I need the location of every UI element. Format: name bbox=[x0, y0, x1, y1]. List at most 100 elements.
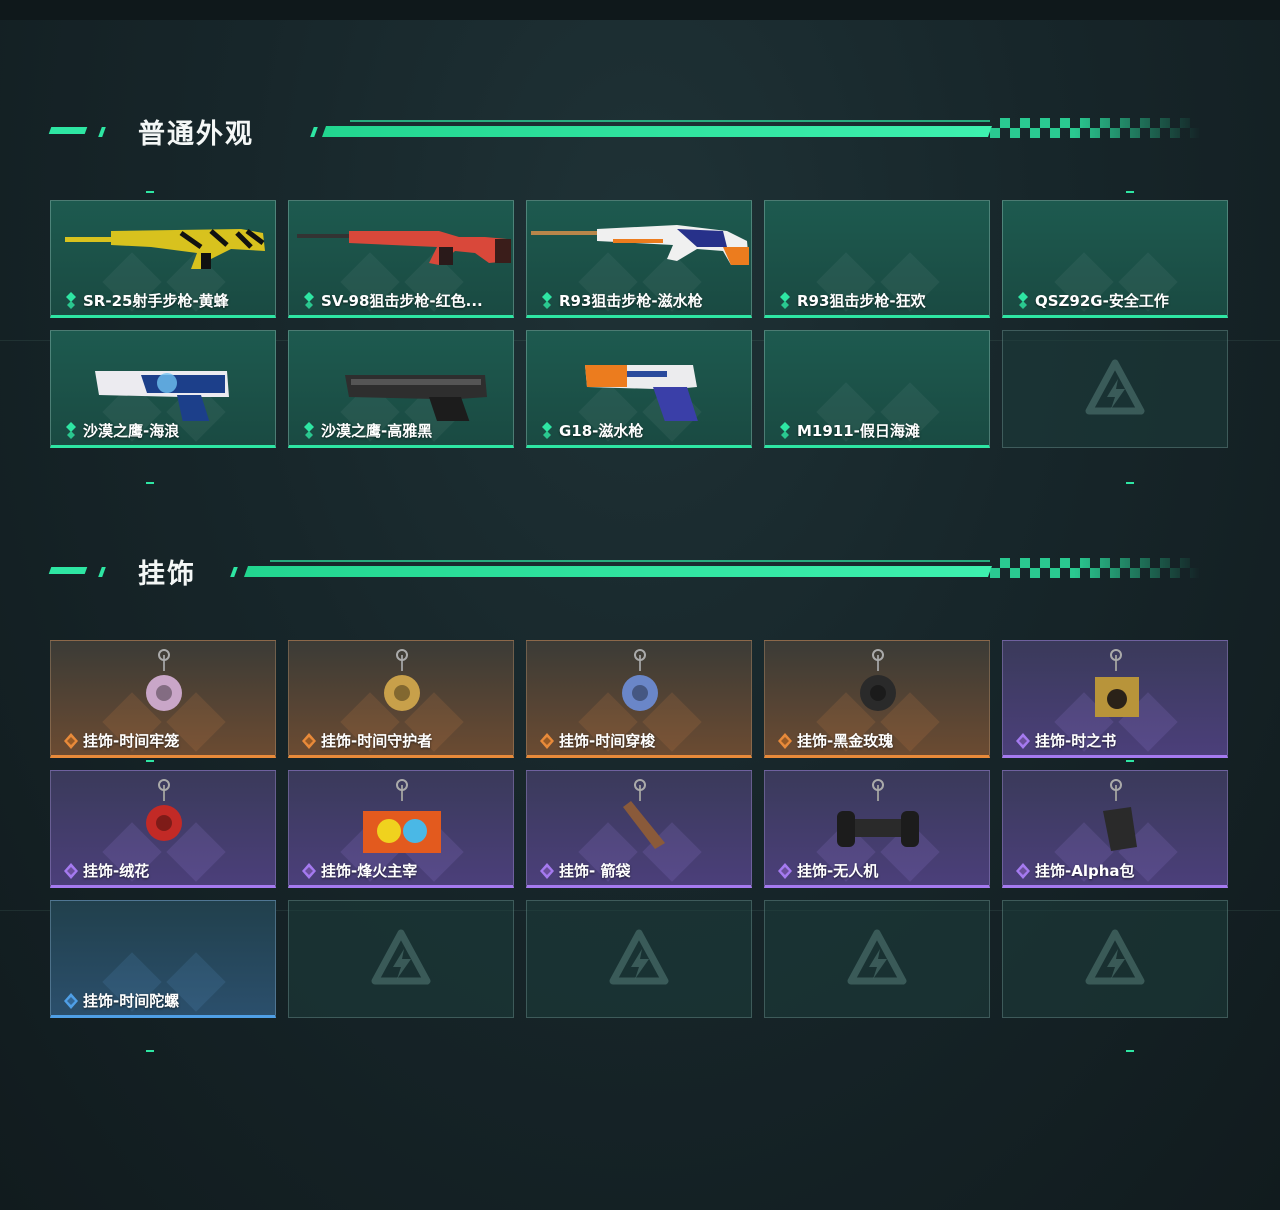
item-label: 沙漠之鹰-海浪 bbox=[83, 422, 180, 440]
rarity-diamond-icon bbox=[64, 863, 78, 879]
item-card[interactable]: M1911-假日海滩 bbox=[764, 330, 990, 448]
item-label: 挂饰-时间陀螺 bbox=[83, 992, 180, 1010]
empty-slot bbox=[526, 900, 752, 1018]
charm-alpha-bag-icon bbox=[1103, 779, 1137, 851]
rarity-diamond-icon bbox=[1018, 292, 1028, 309]
header-line-thin bbox=[350, 120, 990, 122]
item-card[interactable]: 挂饰-黑金玫瑰 bbox=[764, 640, 990, 758]
item-card[interactable]: 挂饰-烽火主宰 bbox=[288, 770, 514, 888]
corner-mark bbox=[146, 482, 154, 484]
header-line-thin bbox=[270, 560, 990, 562]
rarity-diamond-icon bbox=[64, 733, 78, 749]
item-label: 挂饰-Alpha包 bbox=[1035, 862, 1135, 880]
corner-mark bbox=[146, 191, 154, 193]
placeholder-logo-icon bbox=[1085, 359, 1145, 415]
corner-mark bbox=[1126, 191, 1134, 193]
header-line bbox=[243, 566, 993, 577]
header-accent-tick bbox=[98, 567, 106, 577]
pistol-wave-icon bbox=[95, 371, 229, 421]
sniper-rifle-red-icon bbox=[297, 231, 511, 265]
charm-book-icon bbox=[1095, 649, 1139, 717]
sniper-rifle-yellow-icon bbox=[65, 229, 265, 269]
header-checker-pattern bbox=[990, 558, 1200, 578]
item-label: 挂饰-无人机 bbox=[797, 862, 879, 880]
item-label: QSZ92G-安全工作 bbox=[1035, 292, 1169, 310]
item-label: 挂饰-时间穿梭 bbox=[559, 732, 656, 750]
placeholder-logo-icon bbox=[371, 929, 431, 985]
header-accent-bar bbox=[48, 567, 88, 574]
item-card[interactable]: SR-25射手步枪-黄蜂 bbox=[50, 200, 276, 318]
rarity-diamond-icon bbox=[540, 863, 554, 879]
rarity-diamond-icon bbox=[778, 863, 792, 879]
header-line bbox=[321, 126, 993, 137]
section-title: 普通外观 bbox=[138, 119, 254, 150]
charm-guardian-icon bbox=[384, 649, 420, 711]
section-header-charms: 挂饰 bbox=[48, 558, 1200, 592]
placeholder-logo-icon bbox=[1085, 929, 1145, 985]
rarity-diamond-icon bbox=[66, 422, 76, 439]
charm-cage-icon bbox=[146, 649, 182, 711]
item-card[interactable]: R93狙击步枪-狂欢 bbox=[764, 200, 990, 318]
charm-flower-icon bbox=[146, 779, 182, 841]
rarity-diamond-icon bbox=[304, 422, 314, 439]
header-accent-tick bbox=[310, 127, 318, 137]
item-card[interactable]: 挂饰-Alpha包 bbox=[1002, 770, 1228, 888]
item-label: 挂饰-时之书 bbox=[1035, 732, 1117, 750]
corner-mark bbox=[1126, 1050, 1134, 1052]
sniper-rifle-water-icon bbox=[531, 225, 749, 265]
item-label: 沙漠之鹰-高雅黑 bbox=[321, 422, 433, 440]
item-label: 挂饰-绒花 bbox=[83, 862, 150, 880]
item-label: SV-98狙击步枪-红色... bbox=[321, 292, 483, 310]
item-card[interactable]: 挂饰- 箭袋 bbox=[526, 770, 752, 888]
corner-mark bbox=[1126, 482, 1134, 484]
header-accent-tick bbox=[98, 127, 106, 137]
rarity-diamond-icon bbox=[302, 733, 316, 749]
charm-drone-icon bbox=[837, 779, 919, 847]
item-card[interactable]: 挂饰-时间守护者 bbox=[288, 640, 514, 758]
rarity-diamond-icon bbox=[64, 993, 78, 1009]
rarity-diamond-icon bbox=[778, 733, 792, 749]
top-band bbox=[0, 0, 1280, 20]
pistol-water-icon bbox=[585, 365, 698, 421]
skins-grid: SR-25射手步枪-黄蜂 SV-98狙击步枪-红色... R93狙击步枪-滋水枪 R9… bbox=[50, 200, 1230, 450]
empty-slot bbox=[1002, 330, 1228, 448]
item-label: 挂饰-烽火主宰 bbox=[321, 862, 418, 880]
rarity-diamond-icon bbox=[1016, 733, 1030, 749]
rarity-diamond-icon bbox=[542, 292, 552, 309]
rarity-diamond-icon bbox=[540, 733, 554, 749]
item-card[interactable]: 沙漠之鹰-高雅黑 bbox=[288, 330, 514, 448]
empty-slot bbox=[1002, 900, 1228, 1018]
item-card[interactable]: 沙漠之鹰-海浪 bbox=[50, 330, 276, 448]
item-label: SR-25射手步枪-黄蜂 bbox=[83, 292, 229, 310]
section-header-skins: 普通外观 bbox=[48, 118, 1200, 152]
rarity-diamond-icon bbox=[304, 292, 314, 309]
pistol-black-icon bbox=[345, 375, 487, 421]
item-card[interactable]: SV-98狙击步枪-红色... bbox=[288, 200, 514, 318]
item-label: 挂饰-时间牢笼 bbox=[83, 732, 180, 750]
item-label: R93狙击步枪-狂欢 bbox=[797, 292, 926, 310]
charm-rose-gold-icon bbox=[860, 649, 896, 711]
rarity-diamond-icon bbox=[780, 292, 790, 309]
item-card[interactable]: QSZ92G-安全工作 bbox=[1002, 200, 1228, 318]
empty-slot bbox=[288, 900, 514, 1018]
header-accent-tick bbox=[230, 567, 238, 577]
item-card[interactable]: 挂饰-时间陀螺 bbox=[50, 900, 276, 1018]
item-card[interactable]: 挂饰-无人机 bbox=[764, 770, 990, 888]
charm-container-icon bbox=[363, 779, 441, 853]
corner-mark bbox=[146, 1050, 154, 1052]
rarity-diamond-icon bbox=[66, 292, 76, 309]
rarity-diamond-icon bbox=[302, 863, 316, 879]
charm-quiver-icon bbox=[623, 779, 665, 849]
item-label: 挂饰-时间守护者 bbox=[321, 732, 433, 750]
item-card[interactable]: R93狙击步枪-滋水枪 bbox=[526, 200, 752, 318]
item-card[interactable]: 挂饰-时间穿梭 bbox=[526, 640, 752, 758]
item-card[interactable]: 挂饰-时间牢笼 bbox=[50, 640, 276, 758]
item-card[interactable]: 挂饰-绒花 bbox=[50, 770, 276, 888]
item-label: R93狙击步枪-滋水枪 bbox=[559, 292, 703, 310]
header-accent-bar bbox=[48, 127, 88, 134]
item-card[interactable]: G18-滋水枪 bbox=[526, 330, 752, 448]
rarity-diamond-icon bbox=[1016, 863, 1030, 879]
section-title: 挂饰 bbox=[138, 559, 196, 590]
placeholder-logo-icon bbox=[847, 929, 907, 985]
item-card[interactable]: 挂饰-时之书 bbox=[1002, 640, 1228, 758]
